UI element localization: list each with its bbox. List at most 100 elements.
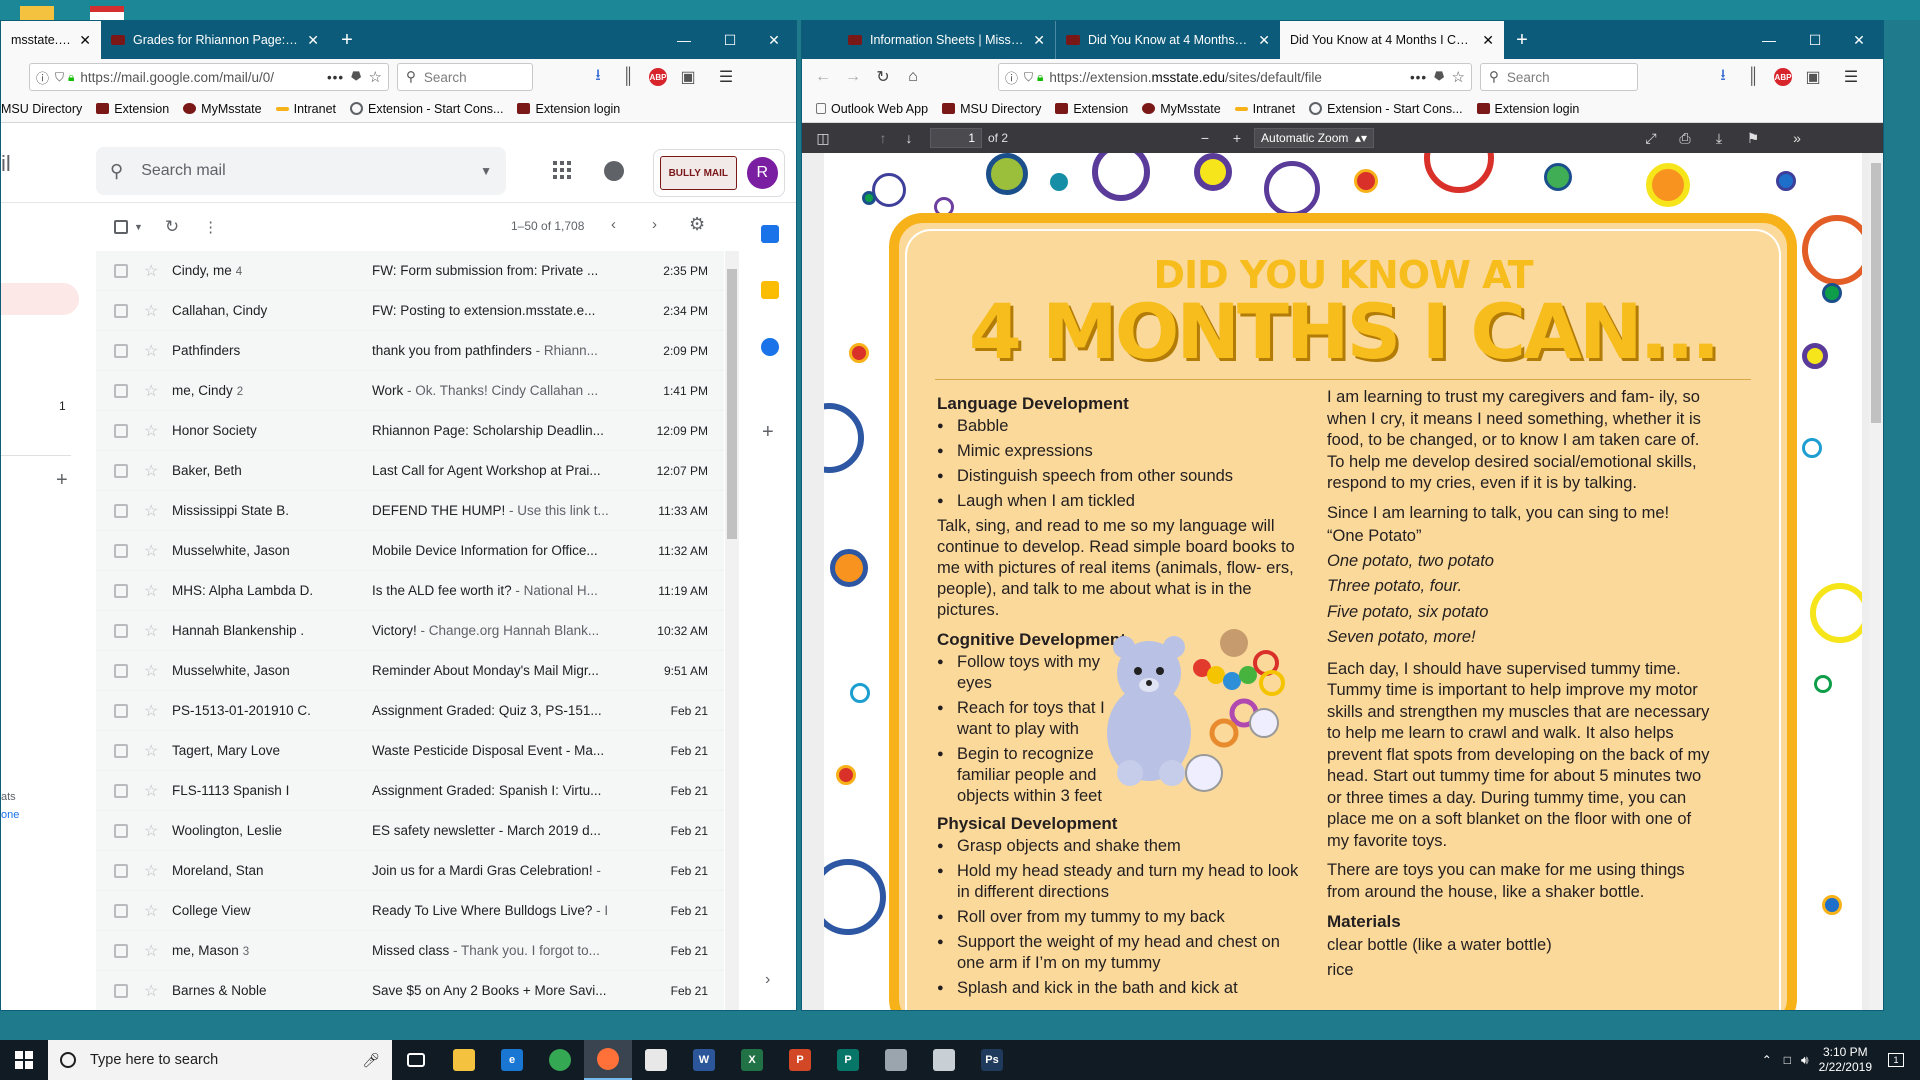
toggle-sidebar-icon[interactable]: ◫ [810, 125, 836, 151]
minimize-button[interactable]: — [1746, 21, 1792, 59]
select-all-checkbox[interactable] [114, 220, 128, 234]
inbox-nav-item[interactable] [1, 283, 79, 315]
show-hidden-icons-icon[interactable]: ⌃ [1762, 1053, 1772, 1067]
email-list-scrollbar[interactable] [725, 251, 739, 1010]
bookmark-intranet[interactable]: Intranet [1234, 102, 1295, 116]
row-checkbox[interactable] [114, 664, 128, 678]
action-center-icon[interactable]: 1 [1888, 1053, 1904, 1067]
page-actions-icon[interactable]: ••• [321, 70, 350, 85]
row-checkbox[interactable] [114, 944, 128, 958]
row-checkbox[interactable] [114, 784, 128, 798]
notifications-icon[interactable] [604, 161, 624, 181]
close-tab-icon[interactable]: ✕ [79, 32, 91, 49]
row-checkbox[interactable] [114, 824, 128, 838]
star-icon[interactable]: ☆ [144, 461, 158, 481]
add-addon-button[interactable]: + [762, 421, 774, 444]
table-row[interactable]: ☆ Honor Society Rhiannon Page: Scholarship… [96, 411, 724, 451]
row-checkbox[interactable] [114, 984, 128, 998]
taskbar-photoshop-button[interactable]: Ps [968, 1040, 1016, 1080]
star-icon[interactable]: ☆ [144, 901, 158, 921]
tools-icon[interactable]: » [1784, 125, 1810, 151]
bookmark-msu-directory[interactable]: MSU Directory [1, 102, 82, 116]
taskbar-file-explorer-button[interactable] [440, 1040, 488, 1080]
back-arrow-icon[interactable]: ← [808, 62, 838, 92]
bookmark-extension-start[interactable]: Extension - Start Cons... [350, 102, 503, 116]
next-page-icon[interactable]: ↓ [896, 125, 922, 151]
minimize-button[interactable]: — [661, 21, 707, 59]
presentation-mode-icon[interactable]: ⤢ [1638, 125, 1664, 151]
table-row[interactable]: ☆ FLS-1113 Spanish I Assignment Graded: Sp… [96, 771, 724, 811]
pocket-icon[interactable]: ⯂ [1433, 69, 1443, 85]
taskbar-publisher-button[interactable]: P [824, 1040, 872, 1080]
table-row[interactable]: ☆ Musselwhite, Jason Reminder About Monday… [96, 651, 724, 691]
tab-did-you-know-2[interactable]: Did You Know at 4 Months I Can... ✕ [1280, 21, 1504, 59]
table-row[interactable]: ☆ me, Mason 3 Missed class - Thank you. I f… [96, 931, 724, 971]
previous-page-icon[interactable]: ‹ [611, 216, 616, 233]
row-checkbox[interactable] [114, 464, 128, 478]
row-checkbox[interactable] [114, 584, 128, 598]
star-icon[interactable]: ☆ [144, 421, 158, 441]
info-icon[interactable]: ⓘ [36, 68, 49, 87]
tab-did-you-know-1[interactable]: Did You Know at 4 Months I Ca ✕ [1056, 21, 1280, 59]
taskbar-search-input[interactable]: Type here to search 🎤︎ [48, 1040, 392, 1080]
more-options-icon[interactable]: ⋮ [203, 218, 218, 236]
bookmark-extension-login[interactable]: Extension login [1476, 102, 1579, 116]
close-tab-icon[interactable]: ✕ [1033, 32, 1045, 49]
star-icon[interactable]: ☆ [144, 621, 158, 641]
table-row[interactable]: ☆ MHS: Alpha Lambda D. Is the ALD fee wort… [96, 571, 724, 611]
shield-icon[interactable]: ⛉ [1024, 70, 1033, 85]
bookmark-msu-directory[interactable]: MSU Directory [942, 102, 1041, 116]
star-icon[interactable]: ☆ [144, 501, 158, 521]
table-row[interactable]: ☆ Baker, Beth Last Call for Agent Workshop… [96, 451, 724, 491]
search-bar[interactable]: ⚲ Search [1480, 63, 1638, 91]
taskbar-edge-button[interactable]: e [488, 1040, 536, 1080]
search-options-icon[interactable]: ▼ [480, 164, 492, 178]
row-checkbox[interactable] [114, 384, 128, 398]
table-row[interactable]: ☆ Tagert, Mary Love Waste Pesticide Dispos… [96, 731, 724, 771]
volume-icon[interactable]: 🔊︎ [1801, 1053, 1809, 1068]
taskbar-chrome-button[interactable] [536, 1040, 584, 1080]
pdf-scrollbar[interactable] [1869, 153, 1883, 1010]
star-icon[interactable]: ☆ [144, 261, 158, 281]
star-icon[interactable]: ☆ [144, 741, 158, 761]
scrollbar-thumb[interactable] [727, 269, 737, 539]
table-row[interactable]: ☆ Moreland, Stan Join us for a Mardi Gras … [96, 851, 724, 891]
keep-icon[interactable] [761, 281, 779, 299]
star-icon[interactable]: ☆ [144, 781, 158, 801]
tab-information-sheets[interactable]: Information Sheets | Mississipp ✕ [838, 21, 1056, 59]
shield-icon[interactable]: ⛉ [55, 70, 64, 85]
zoom-out-icon[interactable]: − [1192, 125, 1218, 151]
close-window-button[interactable]: ✕ [1836, 21, 1882, 59]
taskbar-word-button[interactable]: W [680, 1040, 728, 1080]
adblock-icon[interactable]: ABP [643, 62, 673, 92]
bookmark-mymsstate[interactable]: MyMsstate [1142, 102, 1221, 116]
table-row[interactable]: ☆ College View Ready To Live Where Bulldog… [96, 891, 724, 931]
downloads-icon[interactable]: ⭳ [1708, 62, 1738, 92]
home-icon[interactable]: ⌂ [898, 62, 928, 92]
row-checkbox[interactable] [114, 304, 128, 318]
close-window-button[interactable]: ✕ [751, 21, 796, 59]
network-icon[interactable]: □ [1784, 1053, 1791, 1067]
row-checkbox[interactable] [114, 624, 128, 638]
bookmark-star-icon[interactable]: ☆ [1452, 68, 1465, 86]
maximize-button[interactable]: ☐ [1792, 21, 1838, 59]
bookmark-extension[interactable]: Extension [1055, 102, 1128, 116]
bookmark-intranet[interactable]: Intranet [275, 102, 336, 116]
close-tab-icon[interactable]: ✕ [1258, 32, 1270, 49]
save-icon[interactable]: ⤓ [1706, 125, 1732, 151]
bookmark-extension-start[interactable]: Extension - Start Cons... [1309, 102, 1463, 116]
taskbar-powerpoint-button[interactable]: P [776, 1040, 824, 1080]
apps-grid-icon[interactable] [553, 161, 571, 179]
row-checkbox[interactable] [114, 264, 128, 278]
bookmark-star-icon[interactable]: ☆ [369, 68, 382, 86]
taskbar-snipping-button[interactable] [920, 1040, 968, 1080]
menu-icon[interactable]: ☰ [711, 62, 741, 92]
calendar-icon[interactable] [761, 225, 779, 243]
tab-gmail[interactable]: msstate.edu - I ✕ [1, 21, 101, 59]
taskbar-task-view-button[interactable] [392, 1040, 440, 1080]
row-checkbox[interactable] [114, 904, 128, 918]
avatar[interactable]: R [746, 157, 778, 189]
row-checkbox[interactable] [114, 504, 128, 518]
table-row[interactable]: ☆ Woolington, Leslie ES safety newsletter … [96, 811, 724, 851]
previous-page-icon[interactable]: ↑ [870, 125, 896, 151]
